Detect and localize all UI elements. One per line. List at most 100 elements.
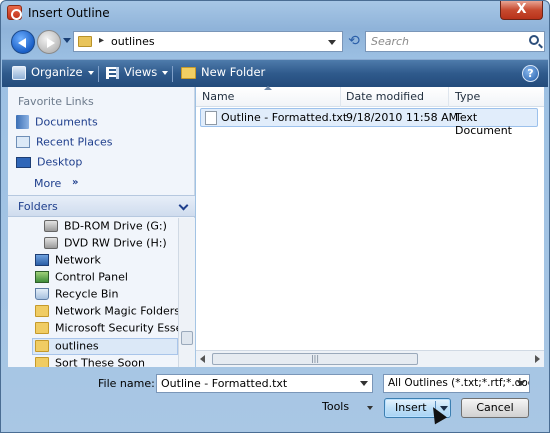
network-icon	[35, 254, 49, 266]
chevron-down-icon	[87, 70, 94, 75]
search-icon[interactable]	[529, 35, 539, 45]
column-divider[interactable]	[340, 87, 341, 107]
favorite-label: Documents	[35, 115, 98, 129]
scrollbar-thumb[interactable]	[181, 331, 193, 345]
window-title: Insert Outline	[28, 6, 110, 20]
search-placeholder: Search	[371, 35, 410, 48]
tree-item-label: BD-ROM Drive (G:)	[64, 219, 167, 233]
tree-item-microsoft-security-essentials[interactable]: Microsoft Security Essenti	[35, 321, 178, 338]
views-label: Views	[124, 65, 158, 79]
favorite-links-heading: Favorite Links	[18, 95, 94, 108]
column-header-date-modified[interactable]: Date modified	[346, 90, 424, 103]
title-bar: Insert Outline X	[1, 1, 549, 27]
forward-button[interactable]	[37, 30, 61, 54]
toolbar-divider	[98, 66, 99, 82]
folder-tree: BD-ROM Drive (G:) DVD RW Drive (H:) Netw…	[8, 218, 178, 367]
views-icon	[106, 66, 119, 79]
breadcrumb-outlines[interactable]: outlines	[111, 35, 155, 48]
file-name-field[interactable]: Outline - Formatted.txt	[156, 374, 373, 393]
organize-icon	[12, 65, 26, 80]
text-document-icon	[205, 111, 217, 125]
back-button[interactable]	[11, 30, 35, 54]
column-headers: Name Date modified Type	[196, 86, 544, 107]
tree-item-label: DVD RW Drive (H:)	[64, 236, 167, 250]
tree-item-outlines[interactable]: outlines	[32, 338, 178, 355]
insert-label: Insert	[395, 401, 427, 414]
file-date-cell: 9/18/2010 11:58 AM	[346, 111, 459, 124]
organize-button[interactable]: Organize	[12, 65, 94, 80]
chevron-down-icon	[162, 70, 169, 75]
new-folder-label: New Folder	[201, 65, 266, 79]
cancel-button[interactable]: Cancel	[461, 398, 529, 418]
drive-icon	[44, 220, 58, 232]
file-name-value: Outline - Formatted.txt	[161, 377, 288, 390]
more-link[interactable]: More	[34, 177, 61, 190]
tree-item-network[interactable]: Network	[35, 253, 101, 270]
drive-icon	[44, 237, 58, 249]
chevron-down-icon[interactable]	[178, 200, 189, 211]
scroll-left-icon[interactable]	[200, 355, 205, 363]
tree-item-control-panel[interactable]: Control Panel	[35, 270, 128, 287]
tree-item-label: Sort These Soon	[55, 356, 145, 368]
file-type-select[interactable]: All Outlines (*.txt;*.rtf;*.doc;*.w	[383, 374, 530, 393]
tools-button[interactable]: Tools	[322, 400, 349, 413]
favorite-documents[interactable]: Documents	[16, 115, 98, 133]
scroll-right-icon[interactable]	[535, 355, 540, 363]
column-divider[interactable]	[448, 87, 449, 107]
refresh-icon[interactable]: ⟲	[345, 33, 363, 50]
chevron-down-icon[interactable]	[360, 381, 368, 386]
favorite-desktop[interactable]: Desktop	[16, 155, 82, 173]
scrollbar-thumb[interactable]: |||	[212, 353, 418, 365]
file-name-cell: Outline - Formatted.txt	[221, 111, 348, 124]
breadcrumb-separator-icon[interactable]: ▸	[99, 35, 104, 46]
tree-item-label: Recycle Bin	[55, 287, 119, 301]
help-icon[interactable]: ?	[522, 65, 539, 82]
folder-icon	[78, 36, 92, 47]
file-list-pane: Name Date modified Type Outline - Format…	[196, 86, 544, 367]
chevron-down-icon[interactable]	[367, 406, 373, 410]
navigation-pane: Favorite Links Documents Recent Places D…	[8, 87, 195, 367]
tree-item-network-magic-folders[interactable]: Network Magic Folders	[35, 304, 178, 321]
folder-icon	[35, 322, 49, 334]
toolbar-divider	[172, 66, 173, 82]
tree-item-label: Control Panel	[55, 270, 128, 284]
folder-tree-scrollbar[interactable]	[178, 218, 195, 367]
documents-icon	[16, 115, 29, 129]
recent-places-icon	[16, 136, 30, 148]
column-header-type[interactable]: Type	[455, 90, 480, 103]
sort-ascending-icon	[264, 86, 272, 90]
folders-header[interactable]: Folders	[8, 195, 195, 217]
file-type-cell: Text Document	[455, 111, 512, 137]
desktop-icon	[16, 156, 31, 168]
address-bar[interactable]: ▸ outlines	[73, 31, 343, 52]
app-icon	[7, 5, 22, 20]
command-toolbar: Organize Views New Folder ?	[2, 59, 548, 87]
new-folder-button[interactable]: New Folder	[181, 65, 265, 79]
tree-item-sort-these-soon[interactable]: Sort These Soon	[35, 356, 145, 367]
folders-heading: Folders	[18, 200, 58, 213]
tree-item-recycle-bin[interactable]: Recycle Bin	[35, 287, 118, 304]
column-header-name[interactable]: Name	[202, 90, 234, 103]
file-row[interactable]: Outline - Formatted.txt 9/18/2010 11:58 …	[200, 108, 538, 137]
more-arrows-icon[interactable]: »	[72, 177, 78, 188]
address-dropdown-icon[interactable]	[328, 40, 336, 45]
close-button[interactable]: X	[500, 1, 543, 20]
tree-item-label: Network	[55, 253, 101, 267]
chevron-down-icon[interactable]	[517, 381, 525, 386]
new-folder-icon	[181, 66, 196, 79]
tree-item-bd-rom-drive[interactable]: BD-ROM Drive (G:)	[44, 219, 167, 236]
recent-pages-dropdown[interactable]	[63, 38, 71, 43]
tree-item-label: Microsoft Security Essenti	[55, 321, 178, 335]
tree-item-dvd-rw-drive[interactable]: DVD RW Drive (H:)	[44, 236, 167, 253]
file-type-value: All Outlines (*.txt;*.rtf;*.doc;*.w	[388, 377, 529, 389]
folder-icon	[35, 340, 49, 352]
file-list-scrollbar[interactable]: |||	[196, 350, 544, 367]
tree-item-label: Network Magic Folders	[55, 304, 178, 318]
folder-icon	[35, 305, 49, 317]
file-name-label: File name:	[98, 377, 155, 390]
favorite-recent-places[interactable]: Recent Places	[16, 135, 113, 153]
organize-label: Organize	[31, 65, 83, 79]
views-button[interactable]: Views	[106, 65, 169, 79]
search-input[interactable]: Search	[365, 31, 545, 52]
tree-item-label: outlines	[55, 339, 99, 353]
